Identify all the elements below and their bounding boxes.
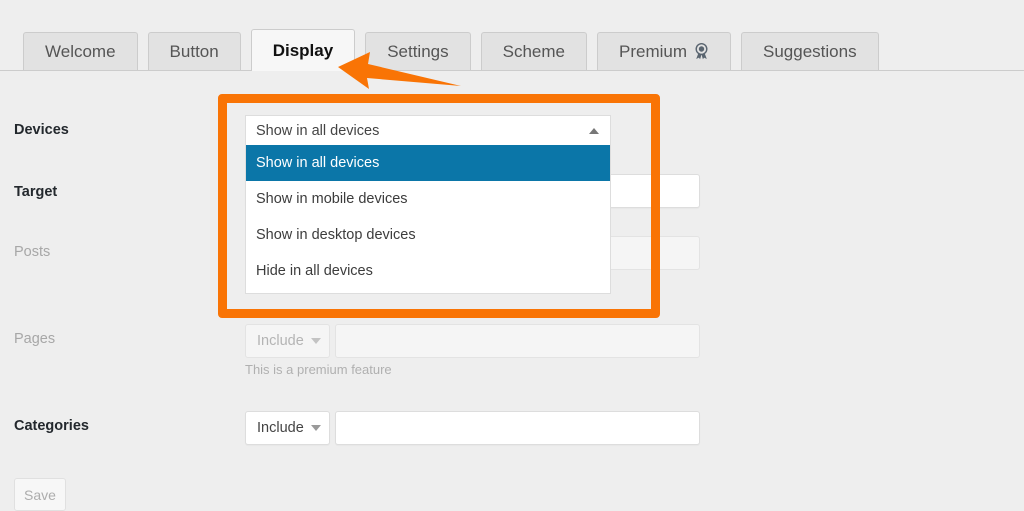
devices-option-show-mobile[interactable]: Show in mobile devices xyxy=(246,181,610,217)
award-icon xyxy=(694,42,709,60)
tab-label: Suggestions xyxy=(763,41,857,61)
devices-dropdown-toggle[interactable]: Show in all devices xyxy=(245,115,611,145)
devices-label: Devices xyxy=(14,122,69,138)
categories-include-select[interactable]: Include xyxy=(245,411,330,445)
tab-welcome[interactable]: Welcome xyxy=(23,32,138,70)
display-settings-form: Devices Show in all devices Show in all … xyxy=(0,71,1024,511)
pages-helper-text: This is a premium feature xyxy=(245,362,392,377)
devices-option-list: Show in all devices Show in mobile devic… xyxy=(245,145,611,294)
tab-suggestions[interactable]: Suggestions xyxy=(741,32,879,70)
tab-label: Button xyxy=(169,41,219,61)
devices-selected-value: Show in all devices xyxy=(256,122,380,139)
chevron-up-icon xyxy=(589,127,599,134)
pages-label: Pages xyxy=(14,331,56,347)
save-button[interactable]: Save xyxy=(14,478,66,511)
chevron-down-icon xyxy=(311,425,321,431)
pages-input xyxy=(335,324,700,358)
tab-premium[interactable]: Premium xyxy=(597,32,732,70)
posts-label: Posts xyxy=(14,244,51,260)
tab-label: Settings xyxy=(387,41,449,61)
categories-label: Categories xyxy=(14,418,89,434)
tab-label: Welcome xyxy=(45,41,116,61)
devices-dropdown[interactable]: Show in all devices Show in all devices … xyxy=(245,115,611,294)
save-button-label: Save xyxy=(24,486,56,503)
pages-include-value: Include xyxy=(257,333,304,349)
tab-bar: Welcome Button Display Settings Scheme P… xyxy=(0,0,1024,71)
tab-button[interactable]: Button xyxy=(147,32,241,70)
chevron-down-icon xyxy=(311,338,321,344)
devices-option-hide-all[interactable]: Hide in all devices xyxy=(246,253,610,289)
tab-label: Display xyxy=(272,40,334,60)
devices-option-show-all[interactable]: Show in all devices xyxy=(246,145,610,181)
tab-label: Scheme xyxy=(502,41,565,61)
tab-scheme[interactable]: Scheme xyxy=(480,32,587,70)
categories-include-value: Include xyxy=(257,420,304,436)
tab-label: Premium xyxy=(619,41,688,61)
pages-include-select: Include xyxy=(245,324,330,358)
tab-settings[interactable]: Settings xyxy=(365,32,471,70)
tab-display[interactable]: Display xyxy=(250,29,356,71)
categories-input[interactable] xyxy=(335,411,700,445)
devices-option-show-desktop[interactable]: Show in desktop devices xyxy=(246,217,610,253)
target-label: Target xyxy=(14,184,58,200)
